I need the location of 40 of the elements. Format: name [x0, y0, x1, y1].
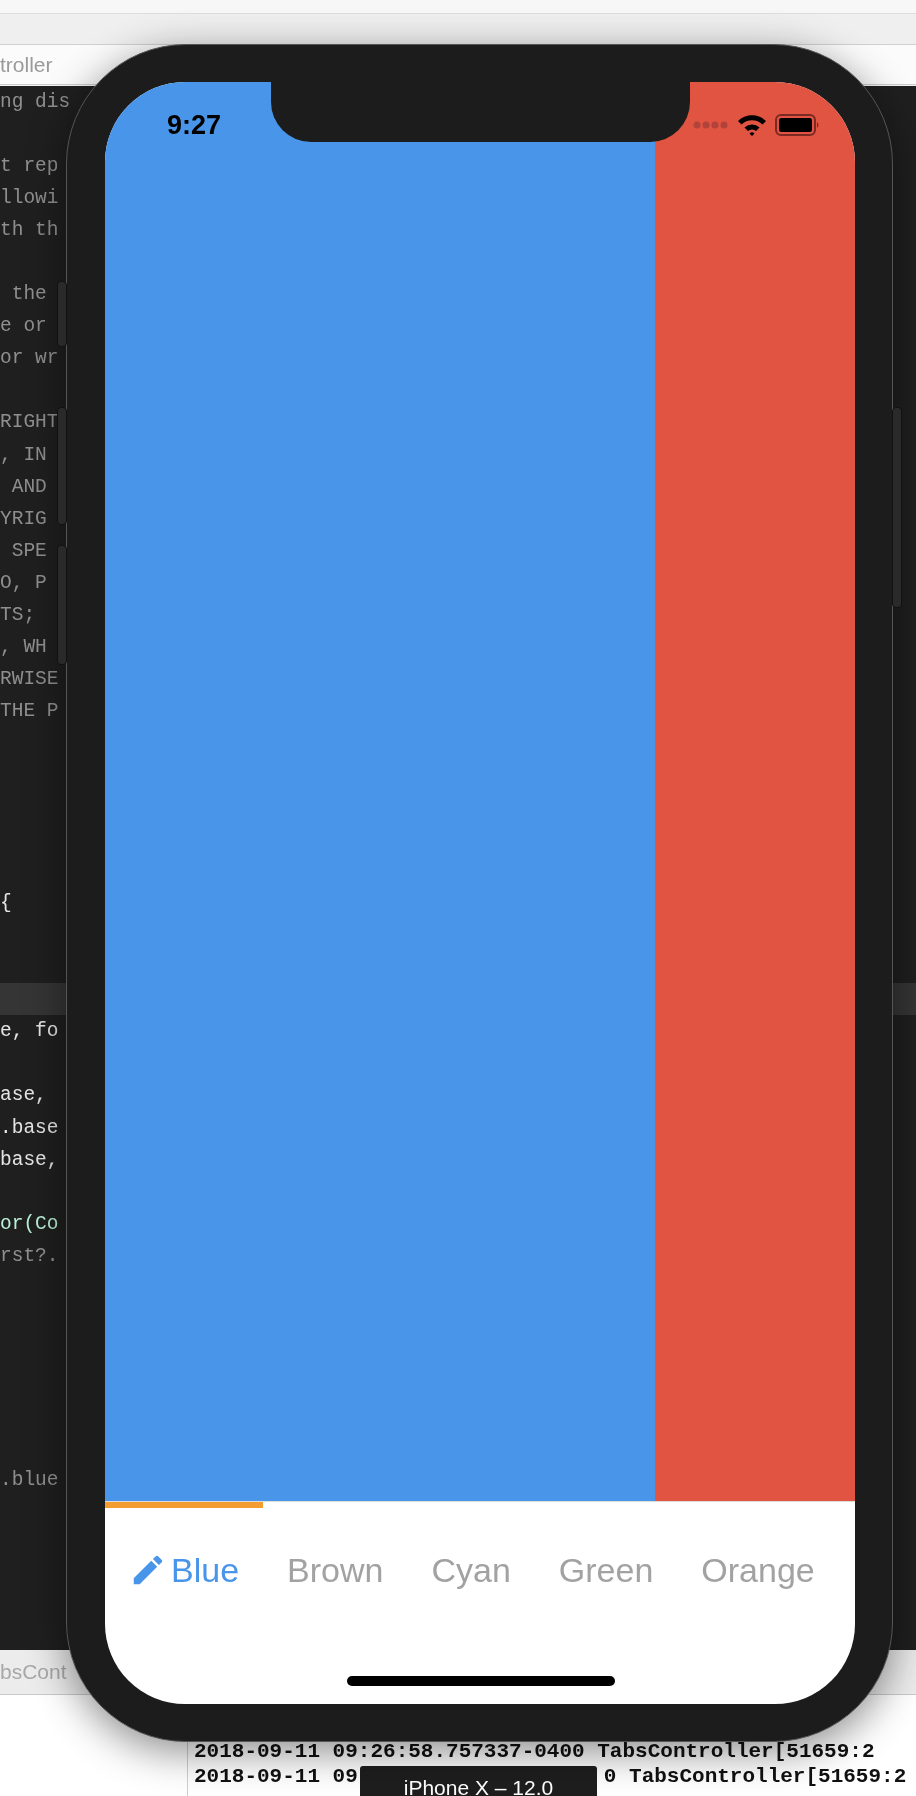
console-text: 0 TabsController[51659:2 [603, 1765, 907, 1788]
code-line: th th [0, 218, 59, 244]
tab[interactable]: Cyan [407, 1502, 535, 1598]
code-line: TS; [0, 602, 37, 628]
code-line: AND [10, 474, 47, 500]
code-line: .base [0, 1115, 59, 1141]
code-line: O, P [0, 570, 47, 596]
tab[interactable]: Green [534, 1502, 678, 1598]
battery-icon [775, 114, 821, 136]
code-line: or(Co [0, 1211, 59, 1237]
code-line: e, fo [0, 1019, 59, 1045]
code-line: rst?. [0, 1243, 59, 1269]
device-tooltip: iPhone X – 12.0 [360, 1766, 597, 1796]
console-text: 2018-09-11 09 [194, 1765, 358, 1788]
code-line: llowi [0, 186, 59, 212]
code-line: t rep [0, 154, 59, 180]
signal-icon [693, 121, 729, 129]
code-line: , WH [0, 634, 47, 660]
code-line: RWISE [0, 666, 59, 692]
code-line: e or [0, 314, 47, 340]
code-line: THE P [0, 698, 59, 724]
file-tab-label[interactable]: bsCont [0, 1656, 67, 1688]
code-line: ng dis [0, 90, 71, 115]
code-line: the [10, 282, 47, 308]
code-line: { [0, 891, 12, 917]
tab[interactable]: Blue [105, 1502, 264, 1598]
console-text: 2018-09-11 09:26:58.757337-0400 TabsController[51659:2 [194, 1740, 875, 1763]
code-line: or wr [0, 346, 59, 372]
code-line: .blue [0, 1468, 59, 1493]
code-line: , IN [0, 442, 47, 468]
wifi-icon [737, 114, 767, 136]
code-line: base, [0, 1147, 59, 1173]
tab[interactable]: Brown [263, 1502, 408, 1598]
status-time: 9:27 [167, 108, 222, 142]
code-line: RIGHT [0, 410, 59, 436]
code-line: SPE [10, 538, 47, 564]
tab[interactable]: Orange [677, 1502, 839, 1598]
code-line: YRIG [0, 506, 47, 532]
code-line: ase, [0, 1083, 47, 1109]
breadcrumb-item[interactable]: troller [0, 48, 53, 81]
